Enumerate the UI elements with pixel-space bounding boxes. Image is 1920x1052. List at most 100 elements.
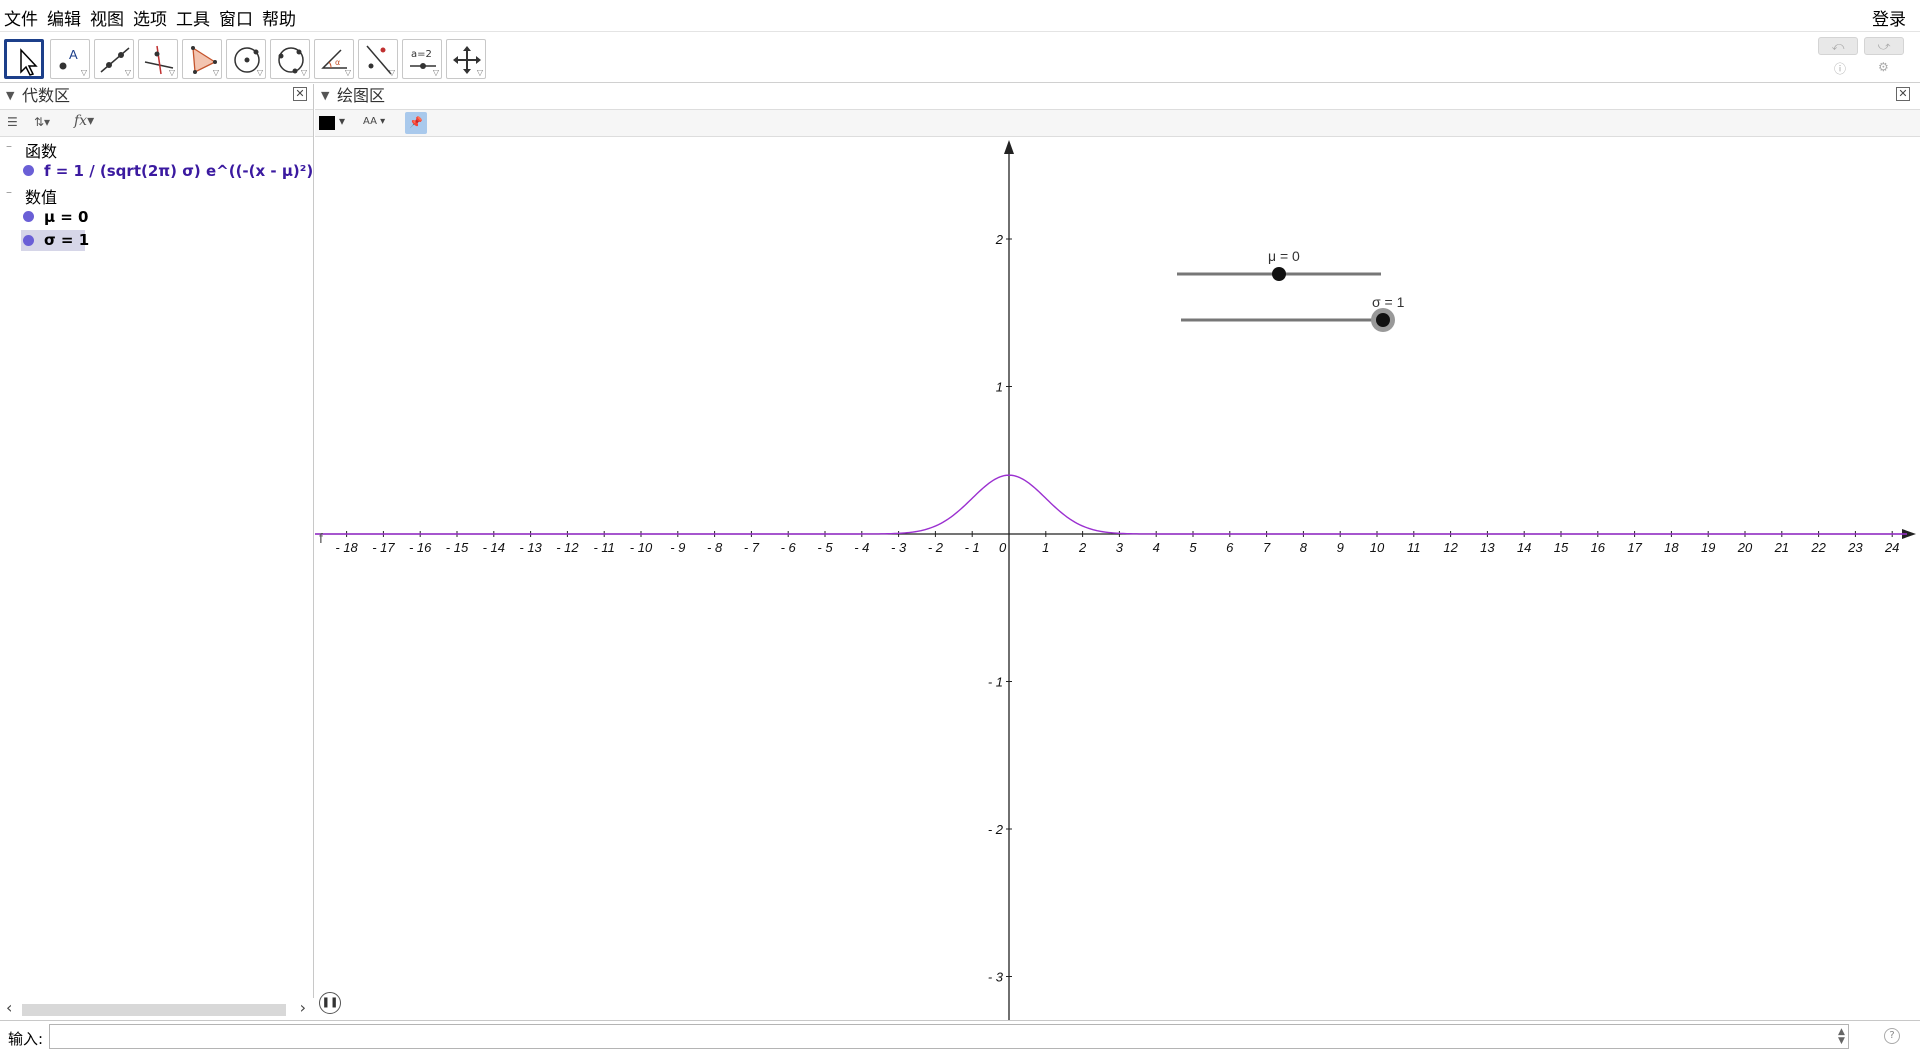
graphics-style-bar: ▾ AA ▾ 📌 bbox=[315, 110, 1920, 137]
graphics-canvas[interactable]: - 18- 17- 16- 15- 14- 13- 12- 11- 10- 9-… bbox=[315, 138, 1920, 1020]
color-picker-swatch[interactable] bbox=[319, 116, 335, 130]
login-button[interactable]: 登录 bbox=[1872, 5, 1906, 30]
move-view-tool-button[interactable]: ▽ bbox=[446, 39, 486, 79]
x-tick-label: - 18 bbox=[335, 540, 358, 555]
function-curve-f[interactable] bbox=[315, 474, 1907, 535]
slider-sigma-label: σ = 1 bbox=[1372, 294, 1405, 310]
x-tick-label: - 16 bbox=[409, 540, 432, 555]
input-field[interactable] bbox=[49, 1024, 1849, 1049]
algebra-horizontal-scrollbar[interactable]: ‹ › bbox=[0, 998, 314, 1020]
slider-mu-handle[interactable] bbox=[1272, 267, 1286, 281]
menu-view[interactable]: 视图 bbox=[90, 5, 124, 30]
circle-tool-button[interactable]: ▽ bbox=[226, 39, 266, 79]
menu-tools[interactable]: 工具 bbox=[176, 5, 210, 30]
polygon-tool-button[interactable]: ▽ bbox=[182, 39, 222, 79]
axes bbox=[315, 140, 1916, 1020]
move-tool-button[interactable] bbox=[4, 39, 44, 79]
slider-sigma[interactable] bbox=[1181, 308, 1395, 332]
x-tick-label: 15 bbox=[1554, 540, 1569, 555]
menu-file[interactable]: 文件 bbox=[4, 5, 38, 30]
x-tick-label: - 11 bbox=[593, 540, 614, 555]
x-tick-label: 12 bbox=[1443, 540, 1458, 555]
visibility-toggle-mu[interactable] bbox=[23, 211, 34, 222]
circle-three-points-tool-button[interactable]: ▽ bbox=[270, 39, 310, 79]
y-tick-label: - 3 bbox=[988, 970, 1004, 985]
menu-bar: 文件 编辑 视图 选项 工具 窗口 帮助 登录 bbox=[0, 0, 1920, 32]
x-tick-label: 3 bbox=[1116, 540, 1124, 555]
point-tool-button[interactable]: A ▽ bbox=[50, 39, 90, 79]
gear-icon[interactable]: ⚙ bbox=[1878, 60, 1889, 74]
y-axis-arrow-icon bbox=[1004, 140, 1014, 154]
x-tick-label: 5 bbox=[1189, 540, 1197, 555]
scroll-right-icon[interactable]: › bbox=[300, 998, 306, 1017]
visibility-toggle-f[interactable] bbox=[23, 165, 34, 176]
x-tick-label: 24 bbox=[1884, 540, 1899, 555]
graphics-view-title: 绘图区 bbox=[337, 86, 386, 105]
x-tick-label: 7 bbox=[1263, 540, 1271, 555]
algebra-item-mu[interactable]: μ = 0 bbox=[44, 208, 89, 226]
menu-lines-icon[interactable]: ☰ bbox=[7, 115, 18, 129]
text-size-icon[interactable]: AA ▾ bbox=[363, 116, 385, 127]
angle-tool-button[interactable]: α ▽ bbox=[314, 39, 354, 79]
y-tick-label: - 2 bbox=[988, 822, 1004, 837]
x-tick-label: - 14 bbox=[483, 540, 505, 555]
x-tick-label: - 10 bbox=[630, 540, 653, 555]
x-tick-label: 10 bbox=[1370, 540, 1385, 555]
collapse-arrow-icon[interactable]: ▼ bbox=[321, 84, 329, 108]
slider-mu[interactable] bbox=[1177, 267, 1381, 281]
slider-tool-button[interactable]: a=2 ▽ bbox=[402, 39, 442, 79]
x-tick-label: 20 bbox=[1737, 540, 1753, 555]
input-help-fx-icon[interactable]: fx▾ bbox=[74, 113, 94, 129]
x-tick-label: - 1 bbox=[965, 540, 980, 555]
color-dropdown-icon[interactable]: ▾ bbox=[339, 114, 345, 128]
close-icon[interactable]: ✕ bbox=[293, 87, 307, 101]
algebra-toolbar: ☰ ⇅▾ fx▾ bbox=[0, 110, 313, 137]
cursor-arrow-icon bbox=[20, 48, 38, 76]
visibility-toggle-sigma[interactable] bbox=[23, 235, 34, 246]
x-tick-label: 13 bbox=[1480, 540, 1495, 555]
x-tick-label: - 8 bbox=[707, 540, 723, 555]
tree-collapse-icon: – bbox=[6, 185, 12, 199]
x-tick-label: - 2 bbox=[928, 540, 944, 555]
x-tick-label: 11 bbox=[1407, 540, 1421, 555]
menu-help[interactable]: 帮助 bbox=[262, 5, 296, 30]
svg-text:A: A bbox=[69, 47, 78, 62]
x-tick-label: 2 bbox=[1078, 540, 1087, 555]
x-tick-label: - 17 bbox=[372, 540, 395, 555]
perpendicular-tool-button[interactable]: ▽ bbox=[138, 39, 178, 79]
menu-edit[interactable]: 编辑 bbox=[47, 5, 81, 30]
input-history-arrows-icon[interactable]: ▲ ▼ bbox=[1838, 1028, 1845, 1046]
algebra-item-sigma[interactable]: σ = 1 bbox=[44, 231, 89, 249]
x-tick-label: 19 bbox=[1701, 540, 1715, 555]
svg-text:α: α bbox=[335, 58, 340, 67]
menu-options[interactable]: 选项 bbox=[133, 5, 167, 30]
pin-icon[interactable]: 📌 bbox=[405, 112, 427, 134]
undo-button[interactable]: ⤺ bbox=[1818, 37, 1858, 55]
redo-button[interactable]: ⤻ bbox=[1864, 37, 1904, 55]
scrollbar-thumb[interactable] bbox=[22, 1004, 286, 1016]
menu-window[interactable]: 窗口 bbox=[219, 5, 253, 30]
slider-mu-label: μ = 0 bbox=[1268, 248, 1300, 264]
x-tick-label: 21 bbox=[1774, 540, 1789, 555]
graphics-view: ▼ 绘图区 ✕ ▾ AA ▾ 📌 - 18 - 17 - 16 - 1 5 - 14 - 1… bbox=[315, 84, 1920, 1020]
input-help-icon[interactable]: ? bbox=[1884, 1028, 1900, 1044]
x-tick-label: 9 bbox=[1337, 540, 1344, 555]
line-tool-button[interactable]: ▽ bbox=[94, 39, 134, 79]
close-icon[interactable]: ✕ bbox=[1896, 87, 1910, 101]
collapse-arrow-icon[interactable]: ▼ bbox=[6, 84, 14, 108]
slider-sigma-handle[interactable] bbox=[1376, 313, 1390, 327]
y-tick-label: 1 bbox=[996, 380, 1003, 395]
category-functions[interactable]: 函数 bbox=[25, 138, 57, 162]
x-tick-label: 0 bbox=[999, 540, 1007, 555]
pause-animation-button[interactable]: ❚❚ bbox=[319, 992, 341, 1014]
algebra-view: ▼ 代数区 ✕ ☰ ⇅▾ fx▾ – 函数 f = 1 / (sqrt(2π) … bbox=[0, 84, 370, 1020]
category-numbers[interactable]: 数值 bbox=[25, 184, 57, 208]
graphics-view-header: ▼ 绘图区 ✕ bbox=[315, 84, 1920, 110]
help-icon[interactable]: ⓘ bbox=[1834, 60, 1846, 77]
reflect-tool-button[interactable]: ▽ bbox=[358, 39, 398, 79]
scroll-left-icon[interactable]: ‹ bbox=[6, 998, 12, 1017]
tree-collapse-icon: – bbox=[6, 139, 12, 153]
x-tick-label: 22 bbox=[1810, 540, 1826, 555]
sort-icon[interactable]: ⇅▾ bbox=[34, 115, 50, 129]
x-tick-label: 8 bbox=[1300, 540, 1308, 555]
